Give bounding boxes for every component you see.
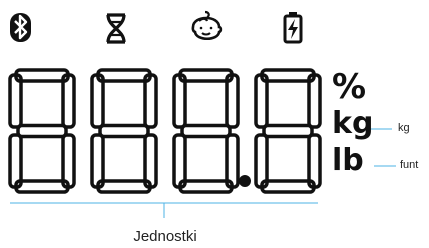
dna-icon	[106, 13, 126, 44]
digit-3-segment-g	[180, 123, 232, 139]
digit-1-segment-f	[8, 73, 23, 129]
digit-1-segment-b	[61, 73, 76, 129]
digit-1-segment-c	[61, 133, 76, 189]
digit-3-segment-d	[178, 179, 234, 194]
digit-3-segment-a	[178, 68, 234, 83]
digit-1-segment-g	[16, 123, 68, 139]
decimal-point	[239, 175, 251, 187]
digit-4-segment-d	[260, 179, 316, 194]
lb-callout-label: funt	[400, 159, 419, 171]
battery-charging-icon	[283, 12, 303, 44]
baby-icon	[191, 10, 223, 41]
digit-4-segment-e	[254, 133, 269, 189]
kg-unit: kg	[332, 106, 374, 141]
digit-3-segment-c	[225, 133, 240, 189]
units-caption: Jednostki	[133, 228, 197, 245]
seven-segment-digits	[8, 68, 322, 194]
lb-unit: lb	[332, 143, 364, 178]
digit-2-segment-a	[96, 68, 152, 83]
digit-4-segment-a	[260, 68, 316, 83]
digit-4-segment-c	[307, 133, 322, 189]
percent-unit: %	[332, 67, 367, 107]
digit-2-segment-c	[143, 133, 158, 189]
digit-1-segment-a	[14, 68, 70, 83]
digit-3-segment-f	[172, 73, 187, 129]
digit-1-segment-d	[14, 179, 70, 194]
digit-2-segment-g	[98, 123, 150, 139]
digit-4-segment-f	[254, 73, 269, 129]
digit-2-segment-d	[96, 179, 152, 194]
digit-4-segment-g	[262, 123, 314, 139]
bluetooth-icon	[10, 13, 31, 42]
digit-1-segment-e	[8, 133, 23, 189]
digit-3-segment-e	[172, 133, 187, 189]
digit-4-segment-b	[307, 73, 322, 129]
digit-2-segment-f	[90, 73, 105, 129]
digit-2-segment-e	[90, 133, 105, 189]
digit-3-segment-b	[225, 73, 240, 129]
digit-2-segment-b	[143, 73, 158, 129]
units-bracket	[10, 202, 318, 218]
kg-callout-label: kg	[398, 122, 410, 134]
